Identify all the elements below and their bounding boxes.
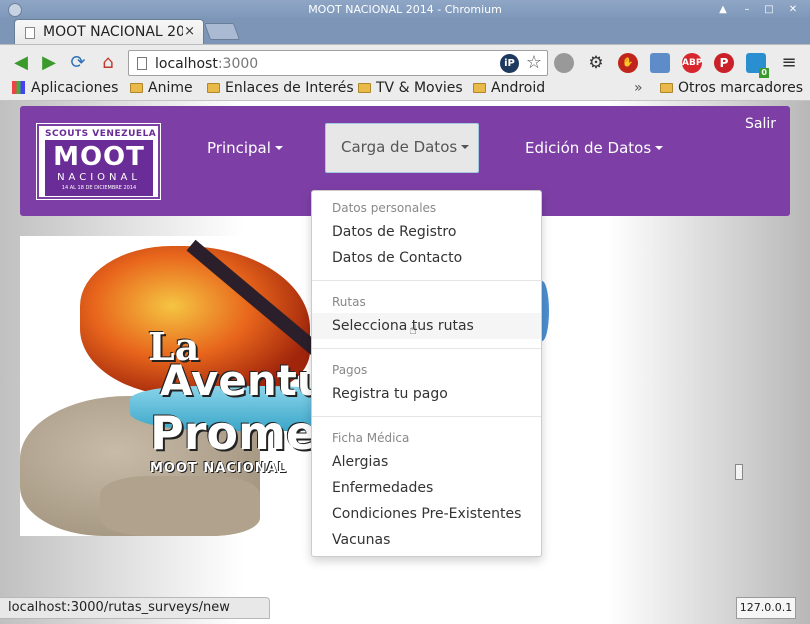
url-port: :3000 bbox=[217, 56, 259, 72]
tab-title: MOOT NACIONAL 20 bbox=[43, 24, 183, 40]
caret-down-icon bbox=[274, 146, 283, 150]
folder-icon bbox=[660, 83, 673, 93]
nav-label: Edición de Datos bbox=[525, 139, 652, 157]
browser-tab[interactable]: MOOT NACIONAL 20 × bbox=[14, 19, 204, 45]
bookmark-folder-android[interactable]: Android bbox=[473, 80, 545, 96]
bookmarks-overflow-icon[interactable]: » bbox=[634, 80, 643, 96]
dropdown-header-rutas: Rutas bbox=[332, 295, 366, 309]
bookmark-folder-anime[interactable]: Anime bbox=[130, 80, 193, 96]
moot-logo[interactable]: SCOUTS VENEZUELA MOOT NACIONAL 14 AL 18 … bbox=[36, 123, 161, 200]
new-tab-button[interactable] bbox=[203, 23, 241, 40]
extension-badge-count: 0 bbox=[759, 68, 769, 78]
pinterest-icon[interactable]: P bbox=[714, 53, 734, 73]
ip-extension-icon[interactable]: iP bbox=[500, 54, 519, 73]
menu-item-registra-pago[interactable]: Registra tu pago bbox=[312, 381, 541, 407]
folder-icon bbox=[473, 83, 486, 93]
nav-carga-de-datos[interactable]: Carga de Datos bbox=[325, 123, 479, 173]
carga-dropdown-menu: Datos personales Datos de Registro Datos… bbox=[311, 190, 542, 557]
window-up-icon[interactable]: ▲ bbox=[716, 3, 730, 17]
bookmark-star-icon[interactable]: ☆ bbox=[526, 52, 542, 73]
bookmark-label: TV & Movies bbox=[376, 80, 463, 96]
close-window-icon[interactable]: ✕ bbox=[786, 3, 800, 17]
reload-icon[interactable]: ⟳ bbox=[67, 52, 89, 74]
folder-icon bbox=[207, 83, 220, 93]
menu-item-vacunas[interactable]: Vacunas bbox=[312, 527, 541, 553]
status-url: localhost:3000/rutas_surveys/new bbox=[8, 600, 230, 615]
bookmark-label: Enlaces de Interés bbox=[225, 80, 354, 96]
scroll-handle[interactable] bbox=[735, 464, 743, 480]
caret-down-icon bbox=[461, 145, 470, 149]
maximize-icon[interactable]: □ bbox=[762, 3, 776, 17]
bookmark-apps[interactable]: Aplicaciones bbox=[12, 80, 118, 96]
dropdown-header-ficha-medica: Ficha Médica bbox=[332, 431, 410, 445]
banner-text-moot: MOOT NACIONAL bbox=[150, 461, 288, 476]
tab-strip: MOOT NACIONAL 20 × bbox=[0, 18, 810, 45]
logo-top-text: SCOUTS VENEZUELA bbox=[45, 129, 157, 139]
url-host: localhost bbox=[155, 56, 218, 72]
logout-link[interactable]: Salir bbox=[745, 116, 776, 132]
ip-indicator: 127.0.0.1 bbox=[736, 597, 796, 619]
dropdown-header-pagos: Pagos bbox=[332, 363, 368, 377]
nav-principal[interactable]: Principal bbox=[207, 138, 283, 158]
window-titlebar: MOOT NACIONAL 2014 - Chromium ▲ – □ ✕ bbox=[0, 0, 810, 20]
page-icon bbox=[137, 57, 147, 70]
bookmark-label: Anime bbox=[148, 80, 193, 96]
minimize-icon[interactable]: – bbox=[740, 3, 754, 17]
menu-item-alergias[interactable]: Alergias bbox=[312, 449, 541, 475]
dropdown-divider bbox=[312, 416, 541, 417]
bookmark-folder-enlaces[interactable]: Enlaces de Interés bbox=[207, 80, 354, 96]
bookmark-label: Android bbox=[491, 80, 546, 96]
logo-main-text: MOOT bbox=[53, 142, 145, 172]
extension-window-icon[interactable] bbox=[650, 53, 670, 73]
menu-item-datos-registro[interactable]: Datos de Registro bbox=[312, 219, 541, 245]
adblock-hand-icon[interactable]: ✋ bbox=[618, 53, 638, 73]
back-icon[interactable]: ◀ bbox=[10, 52, 32, 74]
bookmark-label: Otros marcadores bbox=[678, 80, 804, 96]
extension-globe-icon[interactable] bbox=[554, 53, 574, 73]
logo-dates-text: 14 AL 18 DE DICIEMBRE 2014 bbox=[61, 185, 137, 191]
bookmark-folder-otros[interactable]: Otros marcadores bbox=[660, 80, 803, 96]
bookmark-folder-tv[interactable]: TV & Movies bbox=[358, 80, 463, 96]
hand-cursor-icon: ☝ bbox=[409, 323, 417, 338]
settings-gear-icon[interactable]: ⚙ bbox=[586, 53, 606, 73]
rock-shape bbox=[100, 476, 260, 536]
folder-icon bbox=[130, 83, 143, 93]
folder-icon bbox=[358, 83, 371, 93]
menu-item-enfermedades[interactable]: Enfermedades bbox=[312, 475, 541, 501]
tab-close-icon[interactable]: × bbox=[184, 24, 195, 39]
banner-text-aventura: Aventu bbox=[160, 356, 327, 405]
caret-down-icon bbox=[655, 146, 664, 150]
dropdown-divider bbox=[312, 348, 541, 349]
bookmark-label: Aplicaciones bbox=[31, 80, 119, 96]
dropdown-header-datos-personales: Datos personales bbox=[332, 201, 437, 215]
nav-label: Carga de Datos bbox=[341, 138, 458, 156]
menu-item-datos-contacto[interactable]: Datos de Contacto bbox=[312, 245, 541, 271]
page-icon bbox=[25, 27, 35, 39]
dropdown-divider bbox=[312, 280, 541, 281]
home-icon[interactable]: ⌂ bbox=[97, 52, 119, 74]
extension-badge-icon[interactable]: 0 bbox=[746, 53, 769, 78]
nav-edicion[interactable]: Edición de Datos bbox=[525, 138, 664, 158]
logo-block: MOOT NACIONAL 14 AL 18 DE DICIEMBRE 2014 bbox=[45, 140, 153, 196]
abp-icon[interactable]: ABP bbox=[682, 53, 702, 73]
browser-toolbar: ◀ ▶ ⟳ ⌂ localhost:3000 iP ☆ ⚙ ✋ ABP P 0 … bbox=[0, 44, 810, 78]
bookmarks-bar: Aplicaciones Anime Enlaces de Interés TV… bbox=[0, 78, 810, 101]
status-bar: localhost:3000/rutas_surveys/new bbox=[0, 597, 270, 619]
url-text[interactable]: localhost:3000 bbox=[155, 56, 258, 72]
nav-label: Principal bbox=[207, 139, 271, 157]
forward-icon[interactable]: ▶ bbox=[38, 52, 60, 74]
menu-item-condiciones[interactable]: Condiciones Pre-Existentes bbox=[312, 501, 541, 527]
menu-icon[interactable]: ≡ bbox=[778, 52, 800, 74]
window-title: MOOT NACIONAL 2014 - Chromium bbox=[308, 3, 502, 16]
logo-sub-text: NACIONAL bbox=[57, 172, 141, 183]
nav-carga-label-wrap: Carga de Datos bbox=[341, 138, 470, 156]
menu-item-selecciona-rutas[interactable]: Selecciona tus rutas bbox=[312, 313, 541, 339]
address-bar[interactable]: localhost:3000 iP ☆ bbox=[128, 50, 548, 76]
apps-grid-icon bbox=[12, 81, 25, 94]
